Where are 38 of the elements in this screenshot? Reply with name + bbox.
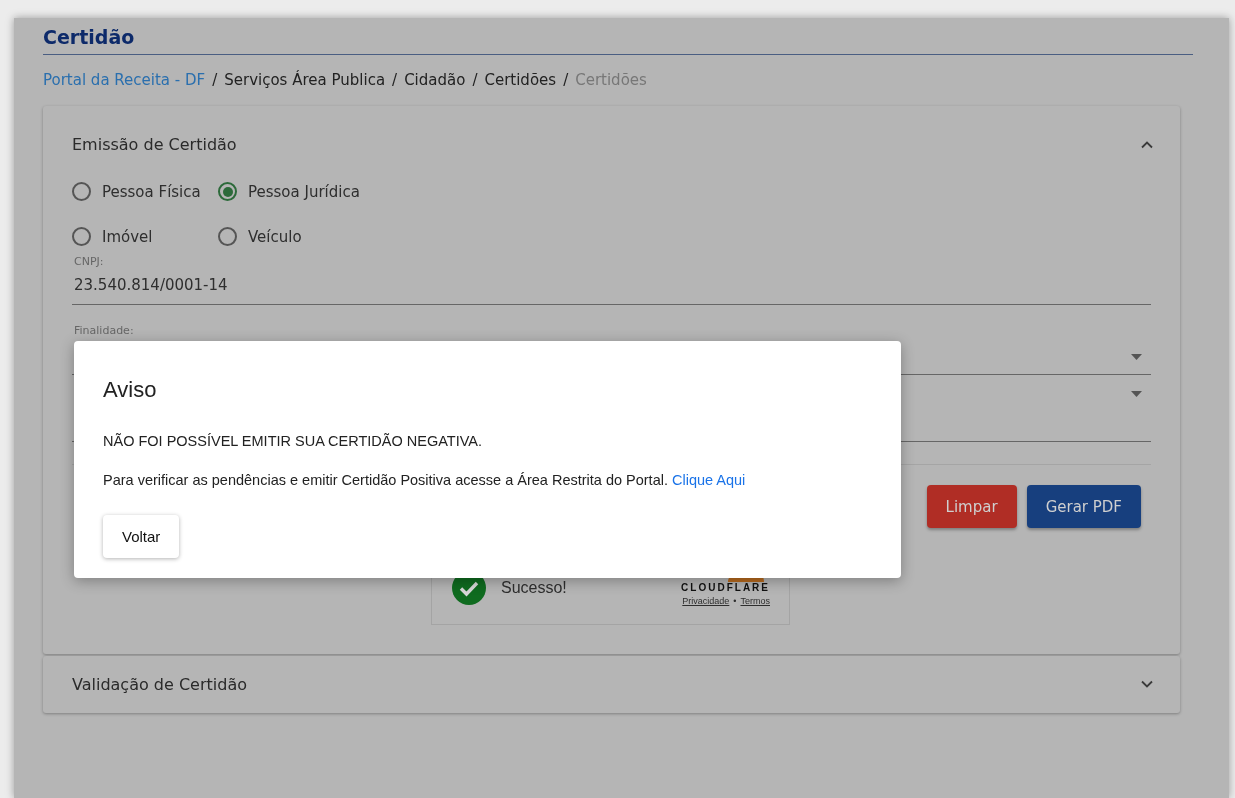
link-separator: •	[733, 595, 737, 606]
chevron-down-icon[interactable]	[1140, 680, 1154, 689]
clear-button[interactable]: Limpar	[926, 485, 1017, 528]
breadcrumb-separator: /	[472, 71, 478, 89]
dialog-title: Aviso	[103, 377, 158, 403]
page-title: Certidão	[43, 26, 1193, 55]
radio-label[interactable]: Pessoa Física	[102, 182, 201, 201]
breadcrumb-separator: /	[212, 71, 218, 89]
breadcrumb-item[interactable]: Certidões	[484, 71, 557, 89]
dropdown-arrow-icon	[1131, 354, 1142, 360]
panel-title[interactable]: Emissão de Certidão	[72, 135, 237, 154]
brand-name: CLOUDFLARE	[681, 581, 770, 593]
generate-pdf-button[interactable]: Gerar PDF	[1026, 485, 1141, 528]
radio-label[interactable]: Imóvel	[102, 227, 153, 246]
field-label: CNPJ:	[74, 255, 104, 268]
radio-label[interactable]: Pessoa Jurídica	[248, 182, 360, 201]
link[interactable]: Clique Aqui	[672, 472, 746, 488]
chevron-up-icon[interactable]	[1140, 140, 1154, 149]
field-label: Finalidade:	[74, 324, 134, 337]
radio-button[interactable]	[72, 182, 91, 201]
radio-button[interactable]	[72, 227, 91, 246]
footer-link[interactable]: Termos	[740, 595, 770, 606]
panel-title[interactable]: Validação de Certidão	[72, 675, 247, 694]
dialog-message: NÃO FOI POSSÍVEL EMITIR SUA CERTIDÃO NEGATIVA.	[103, 433, 483, 449]
back-button[interactable]: Voltar	[103, 515, 180, 558]
dialog-text: Para verificar as pendências e emitir Certidão Positiva acesse a Área Restrita do Portal. Clique Aqui	[103, 472, 747, 488]
breadcrumb-item[interactable]: Cidadão	[404, 71, 466, 89]
radio-button[interactable]	[218, 182, 237, 201]
cnpj-field[interactable]: 23.540.814/0001-14	[72, 269, 1151, 305]
breadcrumb-separator: /	[563, 71, 569, 89]
radio-button[interactable]	[218, 227, 237, 246]
breadcrumb-item: Certidões	[575, 71, 647, 89]
breadcrumb-separator: /	[392, 71, 398, 89]
footer-link[interactable]: Privacidade	[682, 595, 730, 606]
captcha-status: Sucesso!	[501, 578, 567, 597]
dropdown-arrow-icon	[1131, 391, 1142, 397]
radio-label[interactable]: Veículo	[248, 227, 302, 246]
breadcrumb-item[interactable]: Serviços Área Publica	[224, 71, 386, 89]
